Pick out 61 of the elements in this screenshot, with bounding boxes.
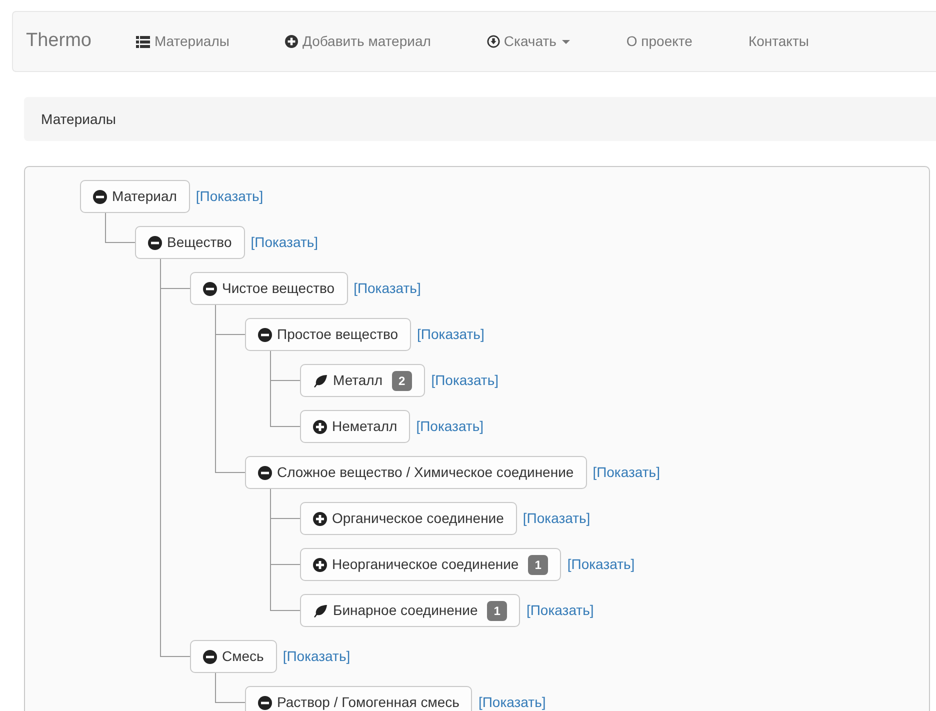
tree-node[interactable]: Сложное вещество / Химическое соединение [245, 456, 587, 489]
nav-link[interactable]: О проекте [626, 31, 692, 52]
tree-node[interactable]: Чистое вещество [190, 272, 348, 305]
tree-node[interactable]: Неорганическое соединение 1 [300, 548, 562, 581]
expand-icon[interactable] [313, 420, 327, 434]
tree-node[interactable]: Неметалл [300, 410, 410, 443]
collapse-icon[interactable] [148, 236, 162, 250]
show-link[interactable]: [Показать] [526, 600, 594, 621]
node-label: Смесь [222, 647, 264, 666]
collapse-icon[interactable] [93, 190, 107, 204]
show-link[interactable]: [Показать] [592, 462, 660, 483]
nav-link[interactable]: Добавить материал [285, 31, 431, 52]
node-label: Неметалл [332, 417, 398, 436]
show-link[interactable]: [Показать] [416, 416, 484, 437]
node-label: Вещество [167, 233, 232, 252]
collapse-icon[interactable] [258, 466, 272, 480]
breadcrumb-text: Материалы [41, 110, 116, 129]
leaf-icon [313, 374, 328, 388]
brand-link[interactable]: Thermo [26, 27, 92, 56]
tree-node[interactable]: Металл 2 [300, 364, 426, 397]
leaf-icon [313, 604, 328, 618]
node-label: Металл [333, 371, 383, 390]
tree-node[interactable]: Материал [80, 180, 190, 213]
plus-icon [285, 35, 298, 48]
node-label: Неорганическое соединение [332, 555, 519, 574]
show-link[interactable]: [Показать] [250, 232, 318, 253]
tree-node[interactable]: Бинарное соединение 1 [300, 594, 520, 627]
nav-link[interactable]: Скачать [486, 31, 570, 52]
show-link[interactable]: [Показать] [196, 186, 264, 207]
node-label: Органическое соединение [332, 509, 504, 528]
node-label: Бинарное соединение [333, 601, 478, 620]
tree-node[interactable]: Простое вещество [245, 318, 412, 351]
tree-node[interactable]: Органическое соединение [300, 502, 517, 535]
collapse-icon[interactable] [258, 328, 272, 342]
expand-icon[interactable] [313, 512, 327, 526]
tree-node[interactable]: Раствор / Гомогенная смесь [245, 686, 472, 711]
node-label: Простое вещество [277, 325, 398, 344]
show-link[interactable]: [Показать] [567, 554, 635, 575]
list-icon [136, 36, 150, 48]
expand-icon[interactable] [313, 558, 327, 572]
count-badge: 1 [528, 554, 548, 574]
show-link[interactable]: [Показать] [431, 370, 499, 391]
show-link[interactable]: [Показать] [417, 324, 484, 345]
node-label: Материал [112, 187, 177, 206]
count-badge: 1 [486, 600, 508, 620]
show-link[interactable]: [Показать] [478, 692, 546, 711]
collapse-icon[interactable] [203, 650, 217, 664]
node-label: Сложное вещество / Химическое соединение [277, 463, 574, 482]
node-label: Чистое вещество [222, 279, 335, 298]
nav-link[interactable]: Материалы [136, 31, 230, 52]
show-link[interactable]: [Показать] [354, 278, 421, 299]
show-link[interactable]: [Показать] [282, 646, 350, 667]
show-link[interactable]: [Показать] [522, 508, 590, 529]
count-badge: 2 [392, 370, 412, 390]
node-label: Раствор / Гомогенная смесь [277, 693, 460, 711]
download-icon [486, 35, 500, 48]
tree-node[interactable]: Вещество [135, 226, 245, 259]
tree-node[interactable]: Смесь [190, 640, 277, 673]
collapse-icon[interactable] [203, 282, 217, 296]
collapse-icon[interactable] [258, 696, 272, 710]
nav-link[interactable]: Контакты [748, 31, 809, 52]
